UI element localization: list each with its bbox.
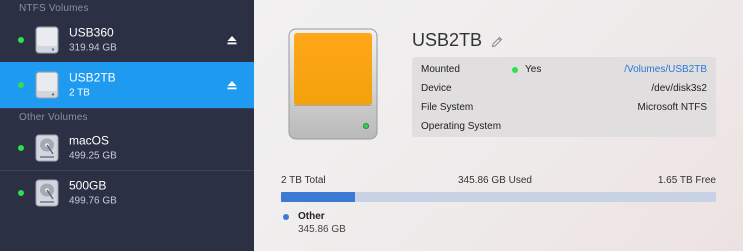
external-drive-icon — [35, 71, 59, 99]
usage-bar — [281, 192, 716, 202]
usage-bar-fill — [281, 192, 355, 202]
mounted-status-dot — [18, 144, 24, 151]
volume-title-row: USB2TB — [412, 30, 503, 51]
volume-title: USB2TB — [412, 30, 483, 50]
pencil-icon[interactable] — [491, 36, 503, 48]
mounted-status-dot — [18, 36, 24, 43]
used-space: 345.86 GB Used — [458, 175, 532, 186]
volume-text: macOS 499.25 GB — [69, 133, 117, 162]
volume-size: 319.94 GB — [69, 42, 117, 53]
file-system-label: File System — [421, 102, 474, 113]
mounted-label: Mounted — [421, 64, 460, 75]
volume-size: 499.25 GB — [69, 150, 117, 161]
volume-item-usb360[interactable]: USB360 319.94 GB — [0, 17, 254, 62]
external-drive-icon — [288, 28, 378, 140]
mounted-value: Yes — [525, 64, 542, 75]
section-header-other: Other Volumes — [0, 108, 254, 125]
volume-item-usb2tb[interactable]: USB2TB 2 TB — [0, 62, 254, 108]
volume-size: 499.76 GB — [69, 195, 117, 207]
volume-item-macos[interactable]: macOS 499.25 GB — [0, 125, 254, 170]
mounted-status-dot — [512, 67, 518, 73]
internal-disk-icon — [35, 179, 59, 207]
volume-name: 500GB — [69, 178, 107, 193]
eject-icon[interactable] — [227, 35, 237, 45]
info-row-operating-system: Operating System — [421, 116, 707, 136]
legend-dot — [283, 214, 289, 220]
info-row-mounted: Mounted Yes /Volumes/USB2TB — [421, 59, 707, 79]
volume-name: USB360 — [69, 25, 114, 39]
legend-name: Other — [298, 211, 325, 222]
volume-text: 500GB 499.76 GB — [69, 179, 117, 208]
total-capacity: 2 TB Total — [281, 175, 326, 186]
volume-text: USB2TB 2 TB — [69, 71, 116, 100]
legend-size: 345.86 GB — [298, 224, 346, 235]
mount-path-link[interactable]: /Volumes/USB2TB — [624, 64, 707, 75]
volume-info-panel: Mounted Yes /Volumes/USB2TB Device /dev/… — [412, 57, 716, 137]
volume-name: macOS — [69, 133, 110, 147]
volume-size: 2 TB — [69, 87, 90, 99]
device-label: Device — [421, 83, 452, 94]
volume-name: USB2TB — [69, 70, 116, 85]
mounted-status-dot — [18, 82, 24, 88]
mounted-status-dot — [18, 190, 24, 196]
external-drive-icon — [35, 26, 59, 53]
volume-detail-pane: USB2TB Mounted Yes /Volumes/USB2TB Devic… — [254, 0, 743, 251]
usage-totals: 2 TB Total 345.86 GB Used 1.65 TB Free — [281, 175, 716, 188]
eject-icon[interactable] — [227, 80, 237, 90]
info-row-device: Device /dev/disk3s2 — [421, 78, 707, 98]
info-row-file-system: File System Microsoft NTFS — [421, 97, 707, 117]
volume-text: USB360 319.94 GB — [69, 25, 117, 54]
volume-item-500gb[interactable]: 500GB 499.76 GB — [0, 170, 254, 215]
internal-disk-icon — [35, 134, 59, 161]
device-value: /dev/disk3s2 — [651, 83, 707, 94]
free-space: 1.65 TB Free — [657, 175, 716, 186]
sidebar: NTFS Volumes USB360 319.94 GB USB2TB 2 T… — [0, 0, 254, 251]
section-header-ntfs: NTFS Volumes — [19, 3, 89, 14]
file-system-value: Microsoft NTFS — [637, 102, 707, 113]
operating-system-label: Operating System — [421, 121, 502, 132]
